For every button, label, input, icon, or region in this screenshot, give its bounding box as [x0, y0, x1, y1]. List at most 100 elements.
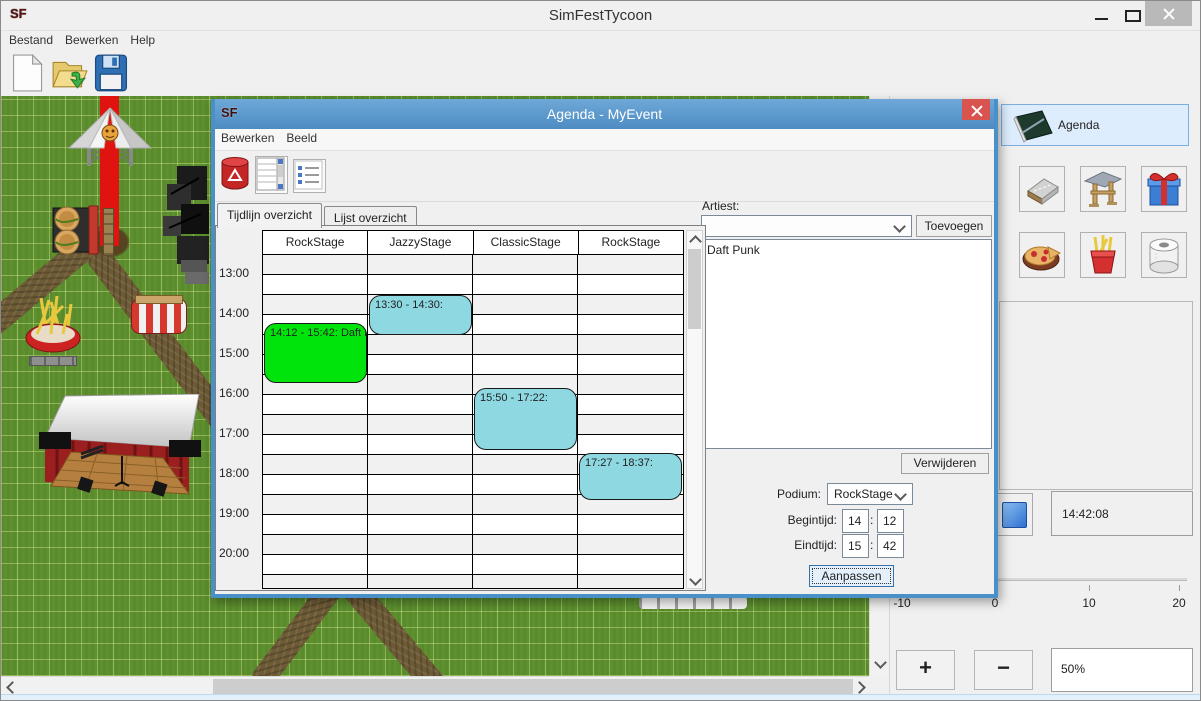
- scroll-right-icon[interactable]: [853, 681, 866, 694]
- window-title: SimFestTycoon: [1, 7, 1200, 24]
- scrollbar-thumb[interactable]: [213, 679, 853, 695]
- fries-icon: [1081, 233, 1125, 277]
- slider-tick-label: 20: [1168, 596, 1190, 610]
- scroll-down-icon[interactable]: [689, 573, 702, 586]
- scroll-up-icon[interactable]: [689, 235, 702, 248]
- save-file-icon[interactable]: [94, 54, 128, 92]
- start-time-label: Begintijd:: [771, 513, 837, 527]
- trash-icon: [221, 157, 249, 191]
- tab-tijdlijn-overzicht[interactable]: Tijdlijn overzicht: [217, 203, 322, 228]
- menu-help[interactable]: Help: [130, 31, 164, 50]
- scroll-down-icon[interactable]: [874, 656, 887, 669]
- pause-icon: [1002, 502, 1027, 528]
- end-minute-field[interactable]: 42: [877, 534, 904, 558]
- schedule-event[interactable]: 15:50 - 17:22:: [474, 388, 577, 449]
- grid-row: [263, 255, 683, 275]
- simulation-clock: 14:42:08: [1051, 491, 1193, 536]
- start-minute-field[interactable]: 12: [877, 509, 904, 533]
- artist-listbox[interactable]: Daft Punk: [701, 239, 992, 449]
- grid-row: [263, 515, 683, 535]
- gate-icon: [1081, 167, 1125, 211]
- schedule-scrollbar[interactable]: [686, 230, 703, 589]
- schedule-event-selected[interactable]: 14:12 - 15:42: Daft Punk: [264, 323, 367, 383]
- column-header-jazzystage: JazzyStage: [368, 231, 473, 254]
- schedule-grid-header: RockStageJazzyStageClassicStageRockStage: [263, 231, 683, 255]
- column-header-rockstage: RockStage: [263, 231, 368, 254]
- grid-row: [263, 415, 683, 435]
- start-hour-field[interactable]: 14: [842, 509, 869, 533]
- menu-bestand[interactable]: Bestand: [9, 31, 62, 50]
- close-button[interactable]: [1145, 1, 1192, 26]
- slider-tick-label: 0: [984, 596, 1006, 610]
- dialog-menu-beeld[interactable]: Beeld: [286, 129, 326, 150]
- tool-toilet-paper-button[interactable]: [1141, 232, 1187, 278]
- event-label: 13:30 - 14:30:: [370, 296, 471, 311]
- menu-bewerken[interactable]: Bewerken: [65, 31, 127, 50]
- slider-tick-label: 10: [1078, 596, 1100, 610]
- schedule-grid-body[interactable]: 14:12 - 15:42: Daft Punk 13:30 - 14:30: 15…: [263, 255, 683, 588]
- grid-row: [263, 295, 683, 315]
- list-view-button[interactable]: [293, 159, 326, 193]
- list-view-icon: [294, 160, 323, 190]
- new-file-icon[interactable]: [11, 54, 43, 92]
- apply-button[interactable]: Aanpassen: [809, 565, 894, 587]
- dialog-close-button[interactable]: [962, 99, 990, 120]
- main-menubar: BestandBewerkenHelp: [1, 30, 1200, 50]
- podium-combobox[interactable]: RockStage: [827, 483, 913, 505]
- artist-label: Artiest:: [702, 199, 739, 213]
- time-label: 20:00: [219, 546, 261, 562]
- zoom-out-button[interactable]: −: [974, 650, 1033, 690]
- column-header-rockstage: RockStage: [579, 231, 683, 254]
- podium-label: Podium:: [755, 487, 821, 501]
- artist-combobox[interactable]: [701, 215, 912, 237]
- tool-gift-button[interactable]: [1141, 166, 1187, 212]
- main-stage: [37, 394, 203, 512]
- scrollbar-thumb[interactable]: [688, 249, 701, 329]
- tool-road-button[interactable]: [1019, 166, 1065, 212]
- timeline-view-button[interactable]: [255, 156, 288, 194]
- tool-gate-button[interactable]: [1080, 166, 1126, 212]
- column-divider: [577, 255, 578, 588]
- agenda-button-label: Agenda: [1058, 118, 1099, 132]
- time-label: 13:00: [219, 266, 261, 282]
- scroll-left-icon[interactable]: [6, 681, 19, 694]
- artist-list-item[interactable]: Daft Punk: [702, 240, 991, 260]
- agenda-button[interactable]: Agenda: [1001, 104, 1189, 146]
- zoom-level-value: 50%: [1061, 662, 1085, 676]
- maximize-button[interactable]: [1119, 5, 1145, 25]
- event-label: 14:12 - 15:42: Daft Punk: [265, 324, 366, 339]
- tool-pizza-button[interactable]: [1019, 232, 1065, 278]
- dialog-titlebar[interactable]: SF Agenda - MyEvent: [215, 99, 994, 129]
- entrance-tent: [67, 106, 153, 170]
- column-header-classicstage: ClassicStage: [474, 231, 579, 254]
- tool-fries-button[interactable]: [1080, 232, 1126, 278]
- zoom-in-button[interactable]: +: [896, 650, 955, 690]
- grid-row: [263, 555, 683, 575]
- open-file-icon[interactable]: [51, 54, 89, 92]
- zoom-level-box: 50%: [1051, 648, 1193, 692]
- schedule-event[interactable]: 13:30 - 14:30:: [369, 295, 472, 335]
- dialog-menu-bewerken[interactable]: Bewerken: [221, 129, 283, 150]
- chevron-down-icon: [893, 220, 906, 233]
- stage-equipment: [159, 164, 211, 289]
- time-label: 19:00: [219, 506, 261, 522]
- remove-artist-button[interactable]: Verwijderen: [901, 453, 989, 474]
- slider-tick: [1179, 585, 1180, 591]
- minimize-button[interactable]: [1089, 5, 1115, 25]
- striped-stand-counter: [135, 295, 183, 304]
- dialog-toolbar: [215, 151, 994, 202]
- column-divider: [472, 255, 473, 588]
- plank-table: [103, 208, 114, 256]
- timeline-tab-page: RockStageJazzyStageClassicStageRockStage…: [215, 225, 706, 591]
- schedule-grid: RockStageJazzyStageClassicStageRockStage…: [262, 230, 684, 589]
- close-icon: [970, 104, 982, 116]
- end-hour-field[interactable]: 15: [842, 534, 869, 558]
- delete-event-button[interactable]: [221, 157, 249, 191]
- slider-tick: [1089, 585, 1090, 591]
- burger-stand: [47, 204, 103, 256]
- add-artist-button[interactable]: Toevoegen: [916, 215, 992, 237]
- view-tabs: Tijdlijn overzichtLijst overzicht: [217, 203, 419, 226]
- podium-combobox-value: RockStage: [834, 487, 893, 501]
- pizza-icon: [1020, 233, 1064, 277]
- schedule-event[interactable]: 17:27 - 18:37:: [579, 453, 682, 500]
